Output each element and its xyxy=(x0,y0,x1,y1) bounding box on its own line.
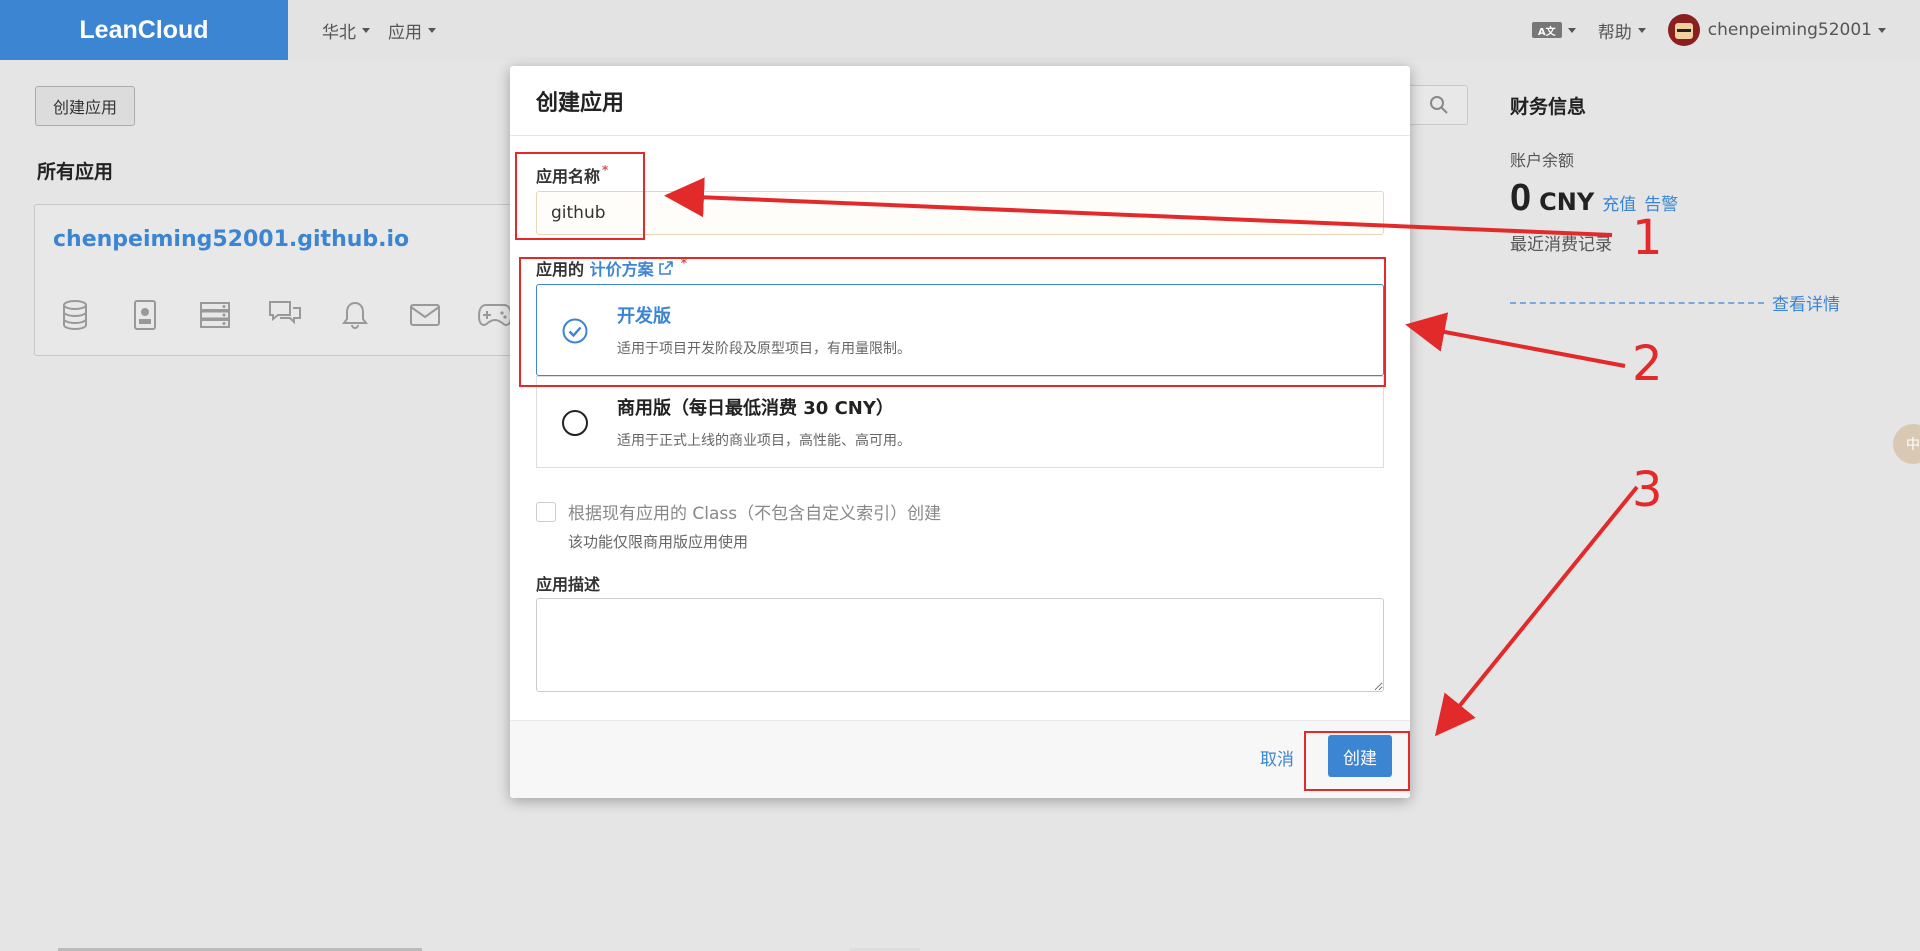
modal-title: 创建应用 xyxy=(536,90,625,116)
chevron-down-icon xyxy=(428,27,436,33)
nav-right-menu: A文 帮助 chenpeiming52001 xyxy=(1531,0,1886,60)
copy-class-row: 根据现有应用的 Class（不包含自定义索引）创建 xyxy=(536,499,941,524)
user-dropdown[interactable]: chenpeiming52001 xyxy=(1667,14,1886,46)
cancel-button[interactable]: 取消 xyxy=(1260,745,1294,770)
dashed-divider xyxy=(1510,301,1764,304)
apps-dropdown[interactable]: 应用 xyxy=(388,18,436,43)
avatar xyxy=(1667,14,1700,46)
nav-left-menu: 华北 应用 xyxy=(322,0,436,60)
app-name-input[interactable] xyxy=(536,191,1384,235)
search-icon xyxy=(1429,96,1448,114)
chevron-down-icon xyxy=(362,27,370,33)
create-app-modal: 创建应用 应用名称* 应用的 计价方案 * 开发版 适用于项目开发阶段及原型项目… xyxy=(510,66,1410,798)
plan-name: 开发版 xyxy=(617,306,671,327)
external-link-icon xyxy=(659,261,673,275)
plan-label-prefix: 应用的 xyxy=(536,260,585,279)
apps-label: 应用 xyxy=(388,22,422,43)
floating-helper-button[interactable]: 中 xyxy=(1893,424,1920,464)
arrow-3 xyxy=(1434,485,1639,737)
pricing-plan-link-text: 计价方案 xyxy=(589,260,654,279)
app-description-label: 应用描述 xyxy=(536,575,601,594)
details-row: 查看详情 xyxy=(1510,290,1840,315)
chevron-down-icon xyxy=(1637,27,1646,33)
annotation-number: 1 xyxy=(1632,210,1663,266)
finance-panel: 财务信息 账户余额 0 CNY 充值 告警 最近消费记录 查看详情 xyxy=(1510,92,1850,315)
plan-option-dev[interactable]: 开发版 适用于项目开发阶段及原型项目，有用量限制。 xyxy=(536,284,1384,376)
bell-icon[interactable] xyxy=(337,297,373,333)
view-details-link[interactable]: 查看详情 xyxy=(1772,290,1840,315)
copy-class-note: 该功能仅限商用版应用使用 xyxy=(568,533,749,551)
create-button[interactable]: 创建 xyxy=(1328,735,1392,777)
database-icon[interactable] xyxy=(57,297,93,333)
help-label: 帮助 xyxy=(1597,22,1632,43)
app-name-label-text: 应用名称 xyxy=(536,167,601,186)
mail-icon[interactable] xyxy=(407,297,443,333)
required-marker: * xyxy=(602,163,609,177)
app-description-textarea[interactable] xyxy=(536,598,1384,692)
gamepad-icon[interactable] xyxy=(477,297,513,333)
contact-card-icon[interactable] xyxy=(127,297,163,333)
finance-title: 财务信息 xyxy=(1510,96,1587,118)
required-marker: * xyxy=(680,256,688,270)
check-circle-icon xyxy=(562,318,588,344)
region-label: 华北 xyxy=(322,22,356,43)
chat-icon[interactable] xyxy=(267,297,303,333)
balance-value: 0 xyxy=(1510,177,1532,219)
plan-label: 应用的 计价方案 * xyxy=(536,256,687,280)
all-apps-heading: 所有应用 xyxy=(37,161,114,183)
radio-circle-icon xyxy=(562,410,588,436)
top-navbar: LeanCloud 华北 应用 A文 帮助 chenpeiming52001 xyxy=(0,0,1920,60)
balance-row: 0 CNY 充值 告警 xyxy=(1510,177,1850,220)
copy-class-checkbox[interactable] xyxy=(536,501,556,522)
language-icon: A文 xyxy=(1531,22,1562,38)
app-card-icon-row xyxy=(57,297,513,333)
plan-description: 适用于项目开发阶段及原型项目，有用量限制。 xyxy=(617,341,911,357)
create-app-button[interactable]: 创建应用 xyxy=(35,86,135,126)
app-card-name[interactable]: chenpeiming52001.github.io xyxy=(53,227,409,252)
brand-logo[interactable]: LeanCloud xyxy=(0,0,288,60)
chevron-down-icon xyxy=(1878,27,1886,33)
annotation-number: 3 xyxy=(1632,462,1663,518)
balance-label: 账户余额 xyxy=(1510,151,1575,170)
chevron-down-icon xyxy=(1567,27,1576,33)
balance-unit: CNY xyxy=(1539,188,1595,216)
pricing-plan-link[interactable]: 计价方案 xyxy=(590,260,679,279)
help-dropdown[interactable]: 帮助 xyxy=(1598,18,1646,43)
plan-description: 适用于正式上线的商业项目，高性能、高可用。 xyxy=(617,433,911,449)
username-label: chenpeiming52001 xyxy=(1707,20,1872,40)
language-dropdown[interactable]: A文 xyxy=(1531,22,1576,38)
server-icon[interactable] xyxy=(197,297,233,333)
annotation-number: 2 xyxy=(1632,336,1663,392)
recent-spending-label: 最近消费记录 xyxy=(1510,235,1612,255)
search-button[interactable] xyxy=(1410,85,1468,125)
modal-footer: 取消 创建 xyxy=(510,720,1410,798)
plan-option-commercial[interactable]: 商用版（每日最低消费 30 CNY） 适用于正式上线的商业项目，高性能、高可用。 xyxy=(536,376,1384,468)
arrow-2 xyxy=(1405,312,1626,368)
copy-class-label: 根据现有应用的 Class（不包含自定义索引）创建 xyxy=(568,504,942,524)
app-name-label: 应用名称 * xyxy=(536,163,608,187)
modal-header: 创建应用 xyxy=(510,66,1410,136)
plan-name: 商用版（每日最低消费 30 CNY） xyxy=(617,398,894,419)
region-dropdown[interactable]: 华北 xyxy=(322,18,370,43)
